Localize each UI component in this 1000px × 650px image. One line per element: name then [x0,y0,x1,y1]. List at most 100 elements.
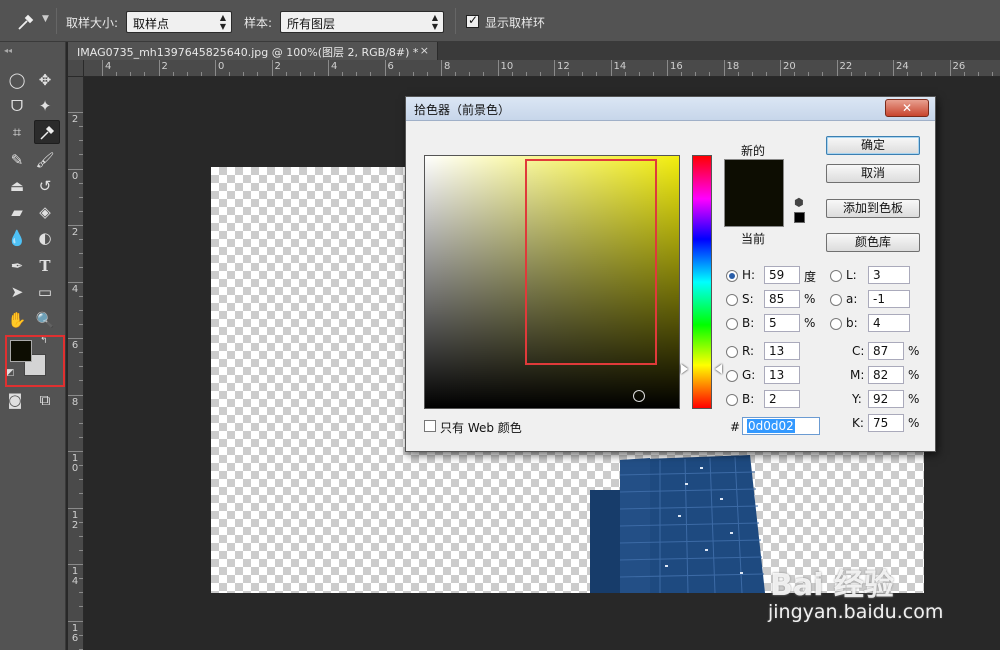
toolbar: ◂◂ ◯ ✥ ᗜ ✦ ⌗ ✎ 🖌 ⏏ ↺ ▰ ◈ 💧 ◐ ✒ T ➤ ▭ ✋ 🔍… [0,42,66,650]
move-icon[interactable]: ✥ [32,68,58,92]
color-picker-cursor-icon[interactable] [633,390,645,402]
ok-button[interactable]: 确定 [826,136,920,155]
s-label: S: [742,292,754,306]
b-unit: % [804,316,816,330]
eraser-icon[interactable]: ▰ [4,200,30,224]
select-arrows-icon: ▲ ▼ [431,13,438,31]
ruler-label: 8 [71,396,79,408]
hue-slider[interactable] [692,155,712,409]
ruler-label: 2 [71,114,79,125]
l-radio[interactable] [830,270,842,282]
history-brush-icon[interactable]: ↺ [32,174,58,198]
ruler-label: 16 [670,61,683,72]
show-ring-checkbox[interactable] [466,13,479,28]
blue-radio[interactable] [726,394,738,406]
s-field[interactable]: 85 [764,290,800,308]
cancel-button[interactable]: 取消 [826,164,920,183]
add-to-swatches-button[interactable]: 添加到色板 [826,199,920,218]
document-tab[interactable]: IMAG0735_mh1397645825640.jpg @ 100%(图层 2… [68,42,438,60]
magic-wand-icon[interactable]: ✦ [32,94,58,118]
current-color-label: 当前 [741,232,766,246]
hue-slider-handle-icon[interactable] [681,364,688,374]
r-label: R: [742,344,755,358]
color-picker-titlebar[interactable]: 拾色器（前景色） ✕ [406,97,935,121]
a-radio[interactable] [830,294,842,306]
paint-bucket-icon[interactable]: ◈ [32,200,58,224]
chevron-down-icon[interactable]: ▼ [42,14,49,24]
stamp-icon[interactable]: ⏏ [4,174,30,198]
close-icon[interactable]: × [420,44,429,57]
eyedropper-icon[interactable] [34,120,60,144]
rectangle-icon[interactable]: ▭ [32,280,58,304]
building-image [590,455,765,593]
crop-icon[interactable]: ⌗ [4,120,30,144]
c-field[interactable]: 87 [868,342,904,360]
ruler-tick [328,60,329,76]
b-radio[interactable] [726,318,738,330]
ruler-label: 4 [331,61,338,72]
sample-size-value: 取样点 [133,17,170,31]
r-field[interactable]: 13 [764,342,800,360]
ruler-label: 8 [444,61,451,72]
ruler-top: 4 2 0 2 4 6 8 10 12 14 16 18 20 22 24 26 [84,60,1000,77]
hex-field[interactable]: 0d0d02 [742,417,820,435]
a-field[interactable]: -1 [868,290,910,308]
ruler-tick [158,60,160,76]
sample-size-select[interactable]: 取样点 ▲ ▼ [126,11,232,33]
screen-mode-icon[interactable]: ⧉ [32,388,58,412]
new-color-swatch [724,159,784,227]
quick-mask-icon[interactable]: ◙ [2,388,28,412]
brush-icon[interactable]: 🖌 [32,148,58,172]
document-tab-title: IMAG0735_mh1397645825640.jpg @ 100%(图层 2… [77,46,419,59]
sample-select[interactable]: 所有图层 ▲ ▼ [280,11,444,33]
dodge-icon[interactable]: ◐ [32,226,58,250]
hex-label: # [730,420,741,434]
ruler-label: 4 [71,283,79,295]
blur-icon[interactable]: 💧 [4,226,30,250]
g-field[interactable]: 13 [764,366,800,384]
h-field[interactable]: 59 [764,266,800,284]
gamut-warning-cube-icon[interactable]: ⬢ [794,196,804,209]
g-radio[interactable] [726,370,738,382]
ruler-tick [68,225,83,226]
hue-slider-handle-icon[interactable] [715,364,722,374]
r-radio[interactable] [726,346,738,358]
path-select-icon[interactable]: ➤ [4,280,30,304]
panel-grip-icon[interactable]: ◂◂ [4,46,12,55]
lab-b-radio[interactable] [830,318,842,330]
web-safe-swatch-icon[interactable] [794,212,805,223]
sample-value: 所有图层 [287,17,336,31]
marquee-icon[interactable]: ◯ [4,68,30,92]
color-picker-dialog: 拾色器（前景色） ✕ 新的 当前 ⬢ 确定 取消 添加到色板 颜色库 H: 59… [405,96,936,452]
close-icon[interactable]: ✕ [885,99,929,117]
ruler-label: 0 [218,61,225,72]
y-field[interactable]: 92 [868,390,904,408]
s-radio[interactable] [726,294,738,306]
ruler-tick [68,620,83,622]
m-field[interactable]: 82 [868,366,904,384]
web-colors-only-checkbox[interactable] [424,420,436,432]
blue-label: B: [742,392,755,406]
k-field[interactable]: 75 [868,414,904,432]
b-label: B: [742,316,755,330]
hand-icon[interactable]: ✋ [4,308,30,332]
color-libraries-button[interactable]: 颜色库 [826,233,920,252]
lasso-icon[interactable]: ᗜ [4,94,30,118]
ruler-corner [68,60,84,77]
ruler-tick [949,60,951,76]
eyedropper-icon[interactable] [16,12,38,32]
b-field[interactable]: 5 [764,314,800,332]
healing-brush-icon[interactable]: ✎ [4,148,30,172]
h-radio[interactable] [726,270,738,282]
type-icon[interactable]: T [32,254,58,278]
pen-icon[interactable]: ✒ [4,254,30,278]
ruler-tick [68,564,83,565]
ruler-label: 6 [71,340,79,351]
h-label: H: [742,268,756,282]
blue-field[interactable]: 2 [764,390,800,408]
ruler-tick [68,394,83,396]
l-field[interactable]: 3 [868,266,910,284]
zoom-icon[interactable]: 🔍 [32,308,58,332]
new-color-label: 新的 [741,144,766,158]
lab-b-field[interactable]: 4 [868,314,910,332]
